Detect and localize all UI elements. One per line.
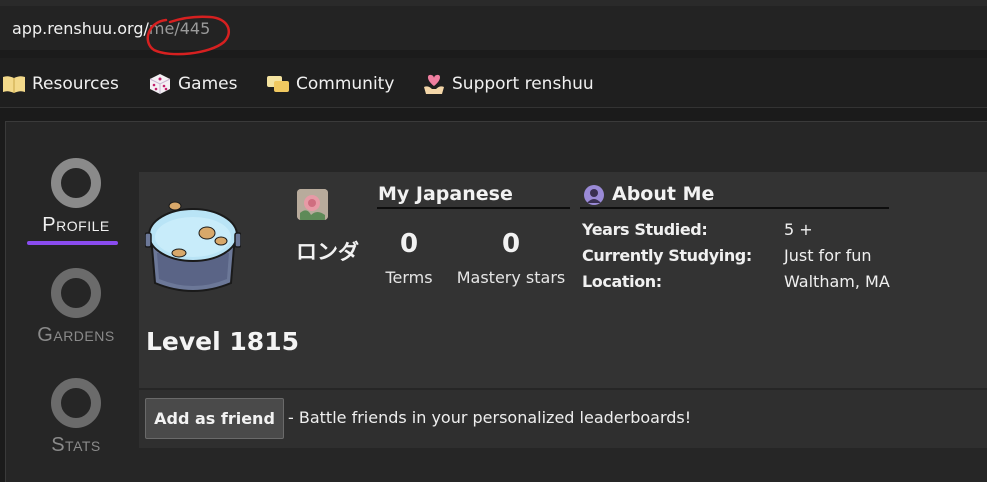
rose-avatar-icon: [297, 189, 328, 220]
active-tab-indicator: [27, 241, 118, 245]
nav-resources-label: Resources: [32, 74, 119, 94]
book-icon: [3, 76, 25, 93]
stats-ring-icon: [51, 378, 101, 428]
currently-studying-key: Currently Studying:: [582, 246, 752, 265]
years-studied-value: 5 +: [784, 220, 813, 239]
friend-description: - Battle friends in your personalized le…: [288, 408, 692, 427]
currently-studying-value: Just for fun: [784, 246, 872, 265]
gardens-ring-icon: [51, 268, 101, 318]
sidebar-item-gardens[interactable]: Gardens: [21, 268, 131, 347]
top-nav: Resources Games Community Support renshu…: [0, 58, 987, 108]
nav-support[interactable]: Support renshuu: [422, 71, 594, 97]
nav-community[interactable]: Community: [266, 71, 394, 97]
location-key: Location:: [582, 272, 662, 291]
sidebar-item-label: Stats: [51, 434, 101, 456]
user-level: Level 1815: [146, 327, 299, 356]
nav-games-label: Games: [178, 74, 238, 94]
username: ロンダ: [296, 240, 359, 264]
my-japanese-title: My Japanese: [378, 183, 513, 205]
add-friend-button[interactable]: Add as friend: [145, 398, 284, 439]
nav-community-label: Community: [296, 74, 395, 94]
mastery-stars-label: Mastery stars: [456, 268, 566, 287]
sidebar-item-label: Gardens: [37, 324, 115, 346]
url-host: app.renshuu.org/: [12, 19, 149, 38]
red-circle-annotation-icon: [146, 15, 230, 56]
mastery-stars-count: 0: [501, 229, 521, 259]
years-studied-key: Years Studied:: [582, 220, 708, 239]
my-japanese-divider: [377, 207, 570, 209]
chat-bubbles-icon: [267, 76, 289, 92]
heart-hands-icon: [424, 74, 444, 94]
sidebar-item-label: Profile: [42, 214, 110, 236]
about-me-divider: [580, 207, 889, 209]
location-value: Waltham, MA: [784, 272, 890, 291]
sidebar-item-profile[interactable]: Profile: [21, 158, 131, 237]
nav-games[interactable]: Games: [148, 71, 237, 97]
avatar[interactable]: [297, 189, 328, 220]
profile-ring-icon: [51, 158, 101, 208]
nav-support-label: Support renshuu: [452, 74, 594, 94]
pot-with-snails-icon: [145, 201, 241, 292]
nav-resources[interactable]: Resources: [2, 71, 119, 97]
address-bar[interactable]: app.renshuu.org/me/445: [0, 6, 987, 56]
about-me-title: About Me: [612, 183, 715, 205]
terms-count: 0: [399, 229, 419, 259]
terms-label: Terms: [385, 268, 433, 287]
user-icon: [584, 185, 604, 205]
dice-icon: [149, 74, 171, 94]
sidebar-item-stats[interactable]: Stats: [21, 378, 131, 457]
